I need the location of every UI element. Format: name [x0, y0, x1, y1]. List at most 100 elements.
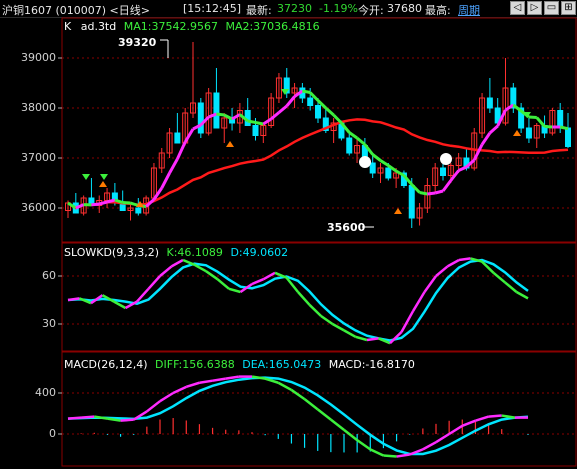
ma1-segment — [441, 179, 453, 192]
kd-k-segment — [492, 271, 506, 284]
smiley-icon — [359, 156, 371, 168]
kd-title: SLOWKD(9,3,3,2) — [64, 246, 160, 259]
candle-body — [525, 127, 532, 139]
candle-body — [486, 97, 493, 109]
macd-diff-segment — [290, 388, 306, 401]
low-annotation: 35600 — [327, 221, 366, 234]
kd-k-segment — [147, 275, 161, 290]
macd-diff-segment — [383, 454, 397, 458]
kd-d-value: D:49.0602 — [230, 246, 289, 259]
ma1-segment — [285, 95, 296, 107]
macd-diff-segment — [501, 414, 516, 419]
candle-body — [385, 167, 392, 179]
kd-k-segment — [355, 335, 368, 342]
y-tick-37000: 37000 — [21, 151, 56, 164]
candle-body — [307, 97, 314, 106]
buy-arrow-icon — [394, 208, 402, 214]
macd-diff-segment — [277, 381, 293, 392]
y-tick-38000: 38000 — [21, 101, 56, 114]
candle-body — [213, 92, 220, 129]
macd-diff-segment — [396, 453, 410, 458]
macd-diff-segment — [475, 415, 489, 422]
buy-arrow-icon — [226, 141, 234, 147]
high-annotation: 39320 — [118, 36, 157, 49]
buy-arrow-icon — [513, 130, 521, 136]
ma1-segment — [434, 189, 444, 195]
ma1-segment — [504, 103, 515, 112]
main-indicator-label: K ad.3td MA1:37542.9567 MA2:37036.4816 — [64, 20, 320, 33]
macd-dea-value: DEA:165.0473 — [242, 358, 322, 371]
kline-chart-canvas[interactable] — [0, 0, 577, 469]
kd-k-segment — [308, 303, 322, 317]
ma1-segment — [332, 113, 343, 125]
ma1-segment — [183, 128, 195, 143]
ma1-segment — [262, 117, 272, 126]
candle-body — [315, 105, 321, 119]
macd-diff-segment — [146, 400, 161, 413]
ma1-segment — [348, 131, 358, 140]
kd-k-segment — [331, 322, 345, 332]
ma1-segment — [379, 159, 390, 167]
kd-k-segment — [297, 291, 311, 306]
kd-k-segment — [251, 278, 264, 286]
ma1-segment — [91, 202, 100, 207]
ma1-segment — [559, 125, 569, 131]
macd-diff-segment — [172, 385, 187, 395]
macd-diff-segment — [159, 391, 174, 403]
ma1-segment — [216, 112, 225, 117]
kd-k-value: K:46.1089 — [166, 246, 223, 259]
y-tick-39000: 39000 — [21, 51, 56, 64]
kd-tick-30: 30 — [42, 317, 56, 330]
candle-body — [252, 125, 259, 136]
ma1-segment — [270, 111, 280, 121]
candle-body — [565, 127, 571, 147]
macd-diff-segment — [448, 424, 463, 436]
ma1-segment — [98, 200, 108, 206]
ma2-line — [67, 118, 569, 210]
macd-diff-segment — [369, 448, 384, 457]
ma1-segment — [544, 125, 553, 129]
macd-hist-value: MACD:-16.8170 — [328, 358, 415, 371]
kd-indicator-label: SLOWKD(9,3,3,2) K:46.1089 D:49.0602 — [64, 246, 288, 259]
ma1-segment — [528, 115, 537, 119]
ma1-segment — [324, 106, 335, 117]
kd-k-segment — [182, 258, 195, 266]
ma1-segment — [160, 172, 171, 189]
buy-arrow-icon — [99, 181, 107, 187]
kd-k-segment — [446, 258, 460, 268]
ma1-segment — [106, 198, 116, 204]
kd-k-segment — [67, 297, 80, 302]
ma1-segment — [255, 121, 264, 126]
kd-panel-frame — [61, 242, 577, 352]
kd-k-segment — [366, 337, 379, 342]
macd-indicator-label: MACD(26,12,4) DIFF:156.6388 DEA:165.0473… — [64, 358, 415, 371]
macd-diff-segment — [435, 432, 450, 444]
ma1-segment — [231, 113, 241, 121]
macd-diff-segment — [422, 441, 437, 451]
macd-tick-400: 400 — [35, 386, 56, 399]
macd-diff-segment — [316, 408, 332, 421]
kd-k-segment — [170, 258, 184, 268]
ma1-segment — [419, 191, 428, 196]
ma1-segment — [356, 136, 366, 146]
macd-diff-segment — [488, 414, 502, 418]
candle-body — [557, 110, 564, 129]
ma1-segment — [427, 191, 436, 196]
kd-k-segment — [216, 278, 230, 290]
kd-k-segment — [435, 265, 449, 277]
candle-body — [346, 137, 353, 154]
candle-body — [174, 132, 181, 144]
candle-body — [408, 185, 415, 219]
kd-k-segment — [504, 281, 518, 293]
ma1-segment — [458, 165, 468, 172]
ma1-segment — [395, 169, 405, 177]
macd-diff-segment — [461, 419, 476, 427]
candle-body — [135, 207, 142, 214]
kd-k-segment — [423, 275, 438, 293]
macd-diff-segment — [330, 418, 345, 431]
ma1-segment — [302, 89, 311, 94]
kd-k-segment — [343, 329, 357, 338]
kd-k-segment — [205, 270, 219, 281]
ma1-segment — [176, 141, 187, 160]
ma1-segment — [247, 119, 256, 124]
